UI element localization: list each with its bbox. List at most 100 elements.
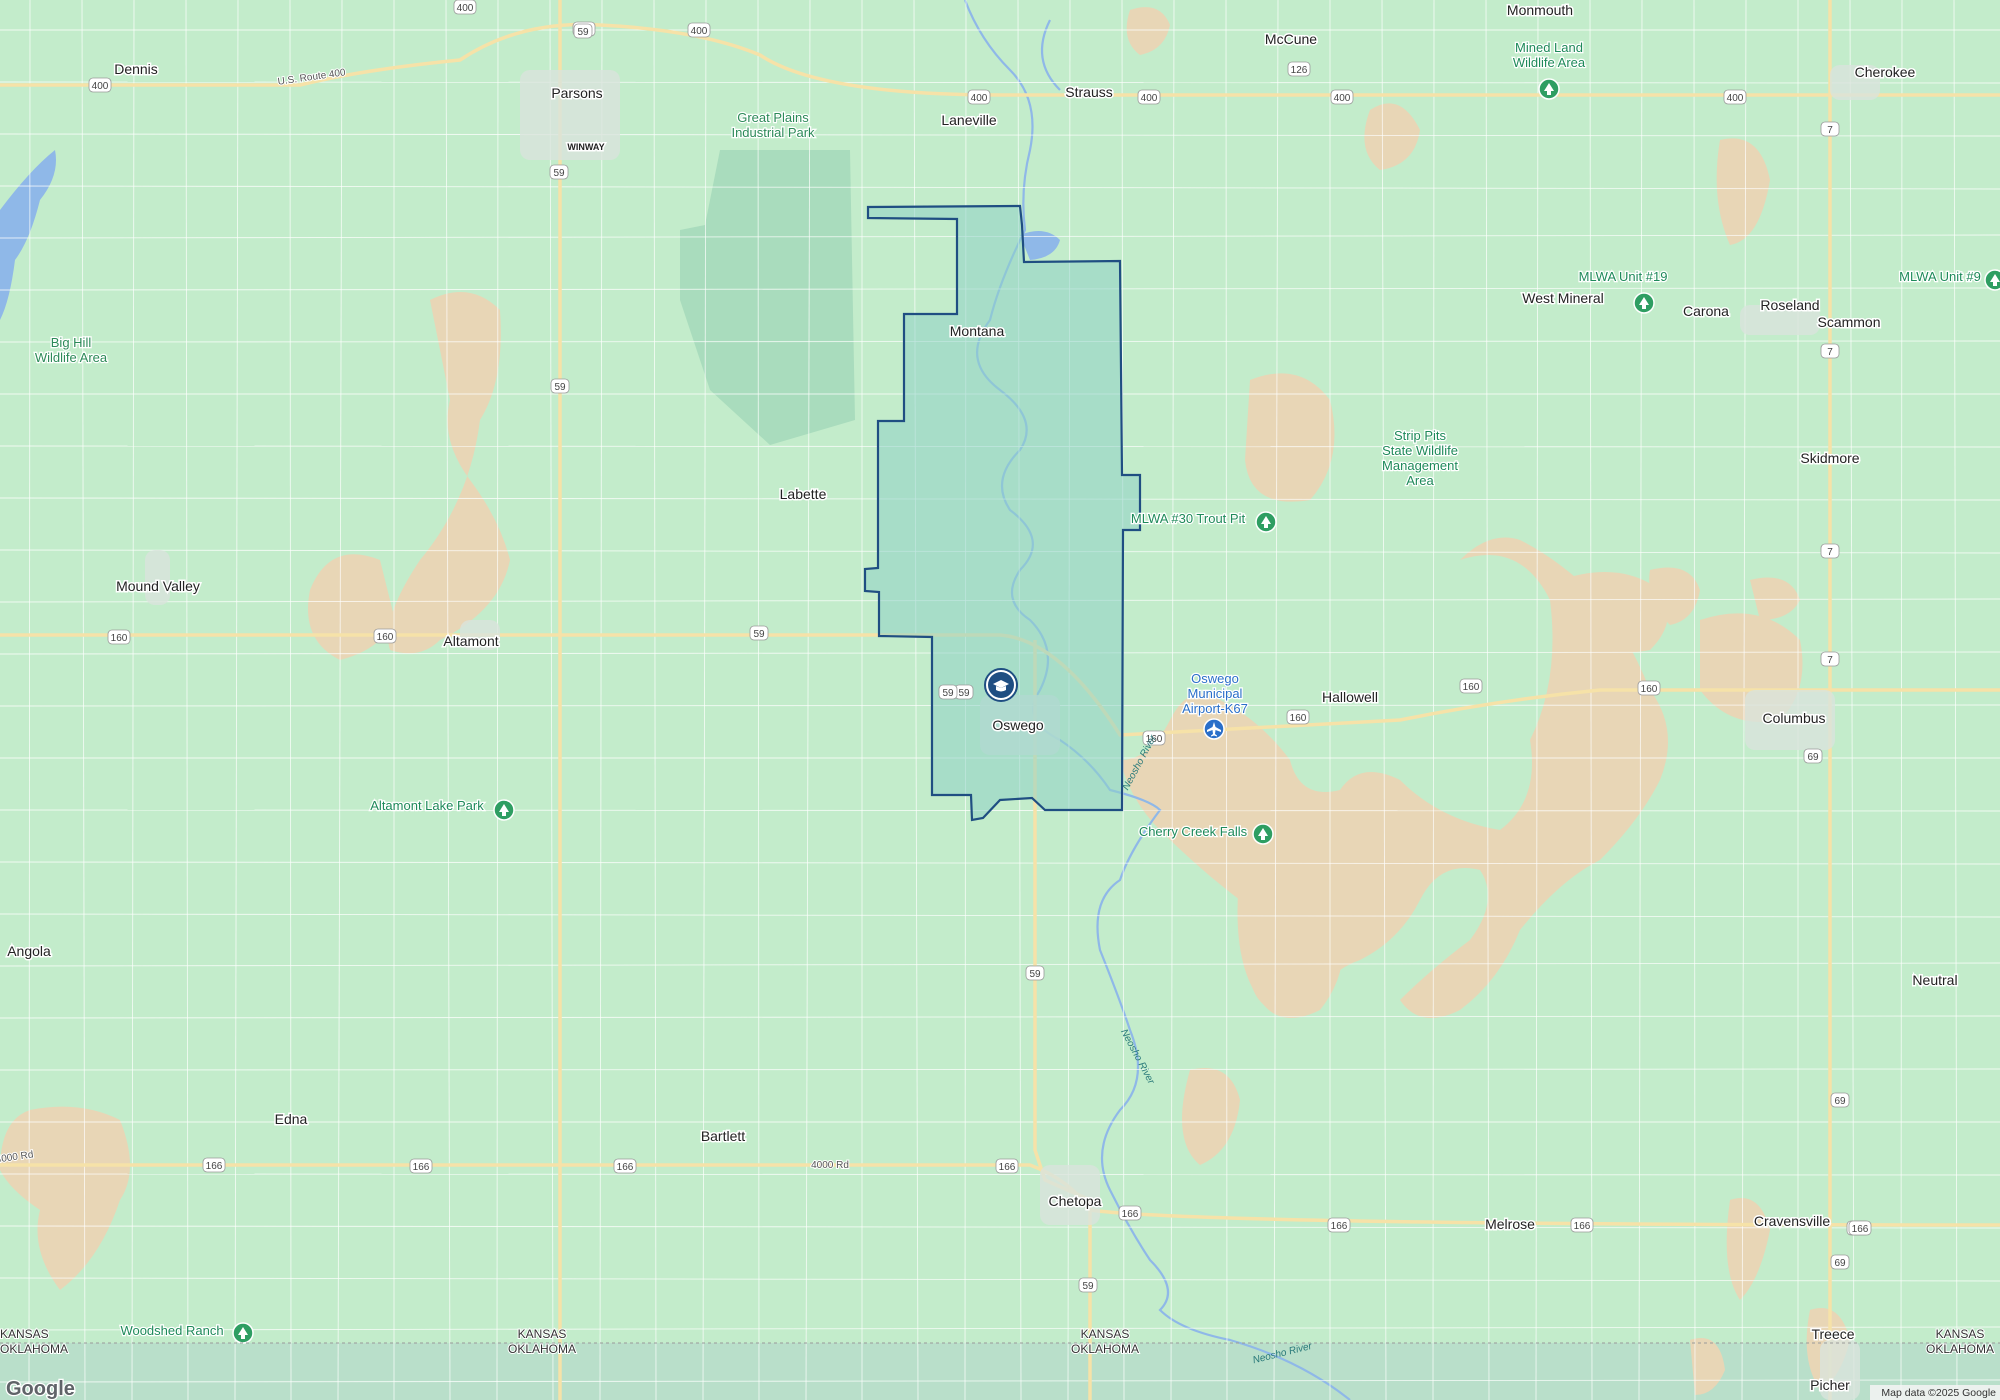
place-label[interactable]: Altamont Lake Park	[369, 797, 485, 815]
svg-text:59: 59	[942, 688, 954, 699]
tree-icon[interactable]	[493, 799, 515, 821]
state-label: OKLAHOMA	[508, 1342, 576, 1356]
town-label[interactable]: Montana	[948, 322, 1006, 341]
place-label[interactable]: Woodshed Ranch	[119, 1322, 225, 1340]
route-shield: 59	[954, 684, 974, 700]
route-shield: 160	[1286, 709, 1310, 725]
tree-icon[interactable]	[1984, 269, 2000, 291]
graduation-cap-icon[interactable]	[984, 668, 1018, 702]
route-shield: 400	[1137, 89, 1161, 105]
airport-label[interactable]: Oswego	[1190, 670, 1240, 688]
town-label[interactable]: Cravensville	[1752, 1212, 1831, 1231]
map-attribution[interactable]: Map data ©2025 Google	[1881, 1387, 1996, 1399]
place-label[interactable]: Strip Pits	[1393, 427, 1448, 445]
airport-label[interactable]: Municipal	[1186, 685, 1244, 703]
tree-icon[interactable]	[232, 1322, 254, 1344]
svg-text:160: 160	[1641, 684, 1658, 695]
tree-icon[interactable]	[1633, 292, 1655, 314]
town-label[interactable]: Monmouth	[1505, 1, 1574, 20]
route-shield: 166	[409, 1158, 433, 1174]
place-label[interactable]: Wildlife Area	[1512, 54, 1588, 72]
route-shield: 59	[550, 378, 570, 394]
route-shield: 166	[613, 1158, 637, 1174]
svg-text:166: 166	[1331, 1221, 1348, 1232]
route-shield: 59	[938, 684, 958, 700]
airport-label[interactable]: Airport-K67	[1181, 700, 1249, 718]
map-canvas[interactable]: 4004004004004004004004005959595959591267…	[0, 0, 2000, 1400]
route-shield: 400	[1330, 89, 1354, 105]
state-label: KANSAS	[1936, 1327, 1985, 1341]
town-label[interactable]: Picher	[1809, 1376, 1852, 1395]
town-label[interactable]: Labette	[778, 485, 828, 504]
town-label[interactable]: Laneville	[940, 111, 998, 130]
place-label[interactable]: Cherry Creek Falls	[1138, 823, 1249, 841]
svg-text:69: 69	[1834, 1258, 1846, 1269]
place-label[interactable]: Area	[1405, 472, 1436, 490]
town-label[interactable]: Neutral	[1911, 971, 1959, 990]
town-label[interactable]: Altamont	[442, 632, 500, 651]
state-label: OKLAHOMA	[0, 1342, 68, 1356]
town-label[interactable]: Hallowell	[1320, 688, 1379, 707]
tree-icon[interactable]	[1252, 823, 1274, 845]
route-shield: 160	[1637, 680, 1661, 696]
svg-text:166: 166	[617, 1162, 634, 1173]
place-label[interactable]: MLWA Unit #19	[1577, 268, 1668, 286]
tree-icon[interactable]	[1538, 78, 1560, 100]
town-label[interactable]: Columbus	[1761, 709, 1827, 728]
town-label[interactable]: Cherokee	[1853, 63, 1917, 82]
route-shield: 59	[549, 164, 569, 180]
farmland-area	[1245, 373, 1335, 502]
route-shield: 400	[687, 22, 711, 38]
town-label[interactable]: McCune	[1263, 30, 1318, 49]
town-label[interactable]: Roseland	[1759, 296, 1821, 315]
town-label[interactable]: Angola	[6, 942, 53, 961]
svg-text:160: 160	[377, 632, 394, 643]
town-label[interactable]: Skidmore	[1799, 449, 1861, 468]
route-shield: 59	[749, 625, 769, 641]
town-label[interactable]: Scammon	[1816, 313, 1882, 332]
town-label[interactable]: Melrose	[1484, 1215, 1537, 1234]
route-shield: 69	[1830, 1254, 1850, 1270]
town-label[interactable]: Carona	[1682, 302, 1731, 321]
place-label[interactable]: Mined Land	[1514, 39, 1584, 57]
place-label[interactable]: MLWA Unit #9	[1898, 268, 1982, 286]
town-label[interactable]: Treece	[1810, 1325, 1856, 1344]
route-shield: 59	[1078, 1277, 1098, 1293]
place-label[interactable]: Wildlife Area	[34, 349, 110, 367]
tree-icon[interactable]	[1255, 511, 1277, 533]
place-label[interactable]: Management	[1381, 457, 1460, 475]
place-label[interactable]: State Wildlife	[1381, 442, 1459, 460]
route-shield: 166	[1327, 1217, 1351, 1233]
town-label[interactable]: Dennis	[113, 60, 160, 79]
place-label[interactable]: Industrial Park	[730, 124, 816, 142]
route-shield: 7	[1820, 121, 1840, 137]
town-label[interactable]: Edna	[273, 1110, 309, 1129]
town-label[interactable]: WINWAY	[566, 141, 606, 154]
svg-text:166: 166	[206, 1161, 223, 1172]
svg-text:166: 166	[1852, 1224, 1869, 1235]
route-shield: 400	[1723, 89, 1747, 105]
svg-text:166: 166	[1574, 1221, 1591, 1232]
town-label[interactable]: Chetopa	[1047, 1192, 1103, 1211]
town-label[interactable]: West Mineral	[1521, 289, 1605, 308]
place-label[interactable]: Great Plains	[736, 109, 811, 127]
route-shield: 400	[88, 77, 112, 93]
town-label[interactable]: Parsons	[550, 84, 604, 103]
svg-text:59: 59	[958, 688, 970, 699]
svg-text:7: 7	[1827, 125, 1833, 136]
svg-text:69: 69	[1807, 752, 1819, 763]
route-shield: 59	[573, 23, 593, 39]
airplane-icon[interactable]	[1203, 718, 1225, 740]
svg-text:400: 400	[457, 3, 474, 14]
town-label[interactable]: Bartlett	[699, 1127, 746, 1146]
svg-text:59: 59	[554, 382, 566, 393]
place-label[interactable]: Big Hill	[50, 334, 93, 352]
town-label[interactable]: Mound Valley	[115, 577, 202, 596]
town-label[interactable]: Oswego	[991, 716, 1046, 735]
route-shield: 166	[995, 1158, 1019, 1174]
route-shield: 59	[1025, 965, 1045, 981]
town-label[interactable]: Strauss	[1064, 83, 1114, 102]
svg-text:59: 59	[553, 168, 565, 179]
route-shield: 166	[202, 1157, 226, 1173]
place-label[interactable]: MLWA #30 Trout Pit	[1130, 510, 1247, 528]
